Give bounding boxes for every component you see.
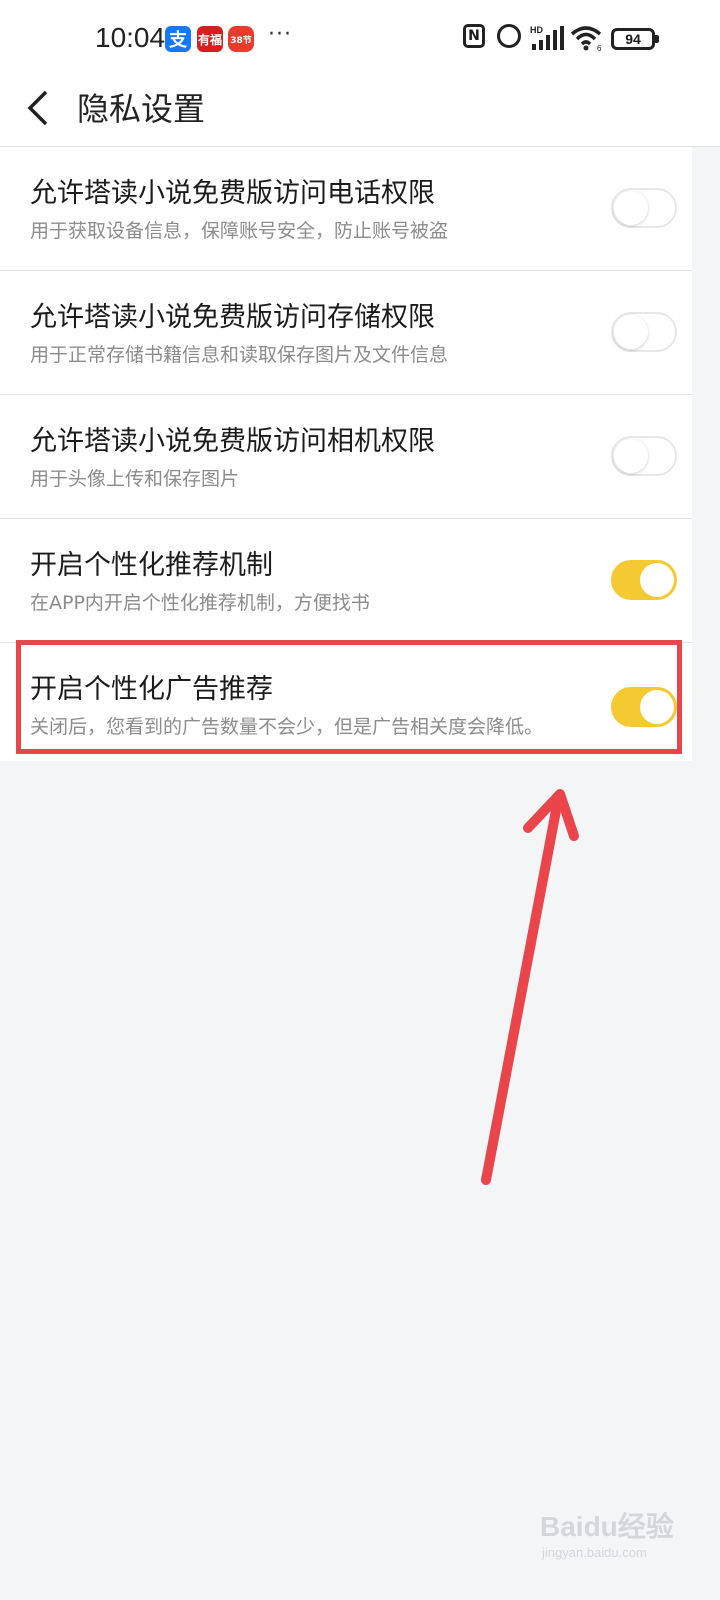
setting-title: 开启个性化广告推荐 xyxy=(30,674,273,705)
setting-description: 在APP内开启个性化推荐机制，方便找书 xyxy=(30,592,370,614)
hd-signal-icon: HD xyxy=(530,25,564,50)
setting-description: 关闭后，您看到的广告数量不会少，但是广告相关度会降低。 xyxy=(30,716,544,738)
watermark-url: jingyan.baidu.com xyxy=(542,1545,647,1560)
baidu-jingyan-watermark: Baidu经验 jingyan.baidu.com xyxy=(540,1495,700,1575)
setting-storage-permission: 允许塔读小说免费版访问存储权限 用于正常存储书籍信息和读取保存图片及文件信息 xyxy=(0,271,692,395)
setting-personalized-ads: 开启个性化广告推荐 关闭后，您看到的广告数量不会少，但是广告相关度会降低。 xyxy=(0,643,692,761)
alarm-icon xyxy=(497,24,521,48)
setting-personalized-recommendation: 开启个性化推荐机制 在APP内开启个性化推荐机制，方便找书 xyxy=(0,519,692,643)
status-time: 10:04 xyxy=(95,22,166,53)
setting-description: 用于正常存储书籍信息和读取保存图片及文件信息 xyxy=(30,344,449,366)
wifi-icon: 6 xyxy=(570,26,602,52)
privacy-settings-list: 允许塔读小说免费版访问电话权限 用于获取设备信息，保障账号安全，防止账号被盗 允… xyxy=(0,147,692,761)
setting-title: 允许塔读小说免费版访问存储权限 xyxy=(30,302,435,333)
app-header: 隐私设置 xyxy=(0,80,720,147)
status-bar: 10:04 支 有福 38节 ··· N HD 6 94 xyxy=(0,0,720,80)
toggle-knob xyxy=(614,439,648,473)
alipay-icon: 支 xyxy=(165,26,191,52)
setting-title: 允许塔读小说免费版访问相机权限 xyxy=(30,426,435,457)
svg-text:HD: HD xyxy=(530,25,543,35)
battery-icon: 94 xyxy=(611,28,659,50)
personalized-ads-toggle[interactable] xyxy=(611,687,677,727)
annotation-arrow-icon xyxy=(481,789,579,1185)
back-arrow-icon[interactable] xyxy=(22,86,62,134)
phone-permission-toggle[interactable] xyxy=(611,188,677,228)
mascot-app-icon: 38节 xyxy=(228,26,254,52)
nfc-icon: N xyxy=(463,24,485,48)
svg-text:6: 6 xyxy=(597,44,602,52)
fu-app-icon: 有福 xyxy=(197,26,223,52)
setting-title: 开启个性化推荐机制 xyxy=(30,550,273,581)
setting-phone-permission: 允许塔读小说免费版访问电话权限 用于获取设备信息，保障账号安全，防止账号被盗 xyxy=(0,147,692,271)
camera-permission-toggle[interactable] xyxy=(611,436,677,476)
storage-permission-toggle[interactable] xyxy=(611,312,677,352)
toggle-knob xyxy=(640,563,674,597)
setting-description: 用于获取设备信息，保障账号安全，防止账号被盗 xyxy=(30,220,449,242)
toggle-knob xyxy=(640,690,674,724)
setting-camera-permission: 允许塔读小说免费版访问相机权限 用于头像上传和保存图片 xyxy=(0,395,692,519)
setting-title: 允许塔读小说免费版访问电话权限 xyxy=(30,178,435,209)
setting-description: 用于头像上传和保存图片 xyxy=(30,468,240,490)
page-title: 隐私设置 xyxy=(77,90,206,128)
more-notifications-icon: ··· xyxy=(268,22,292,47)
personalized-recommendation-toggle[interactable] xyxy=(611,560,677,600)
watermark-brand: Baidu经验 xyxy=(540,1511,674,1542)
toggle-knob xyxy=(614,191,648,225)
toggle-knob xyxy=(614,315,648,349)
